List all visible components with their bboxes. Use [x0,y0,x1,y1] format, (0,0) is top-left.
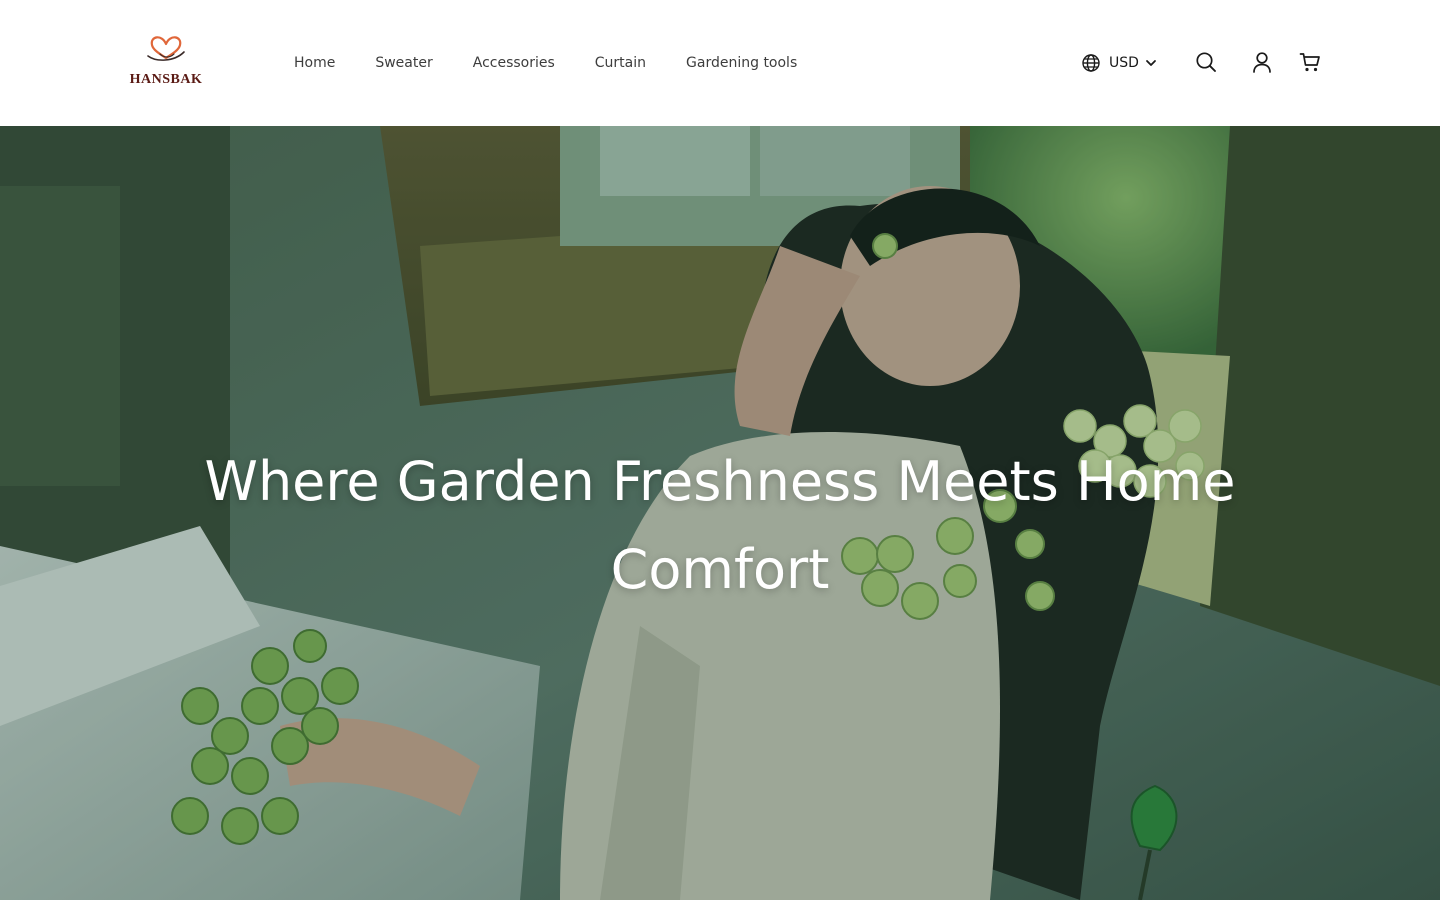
currency-label: USD [1109,55,1139,71]
hero-title: Where Garden Freshness Meets Home Comfor… [204,450,1236,601]
heart-logo-icon [147,36,185,61]
site-header: HANSBAK Home Sweater Accessories Curtain… [0,0,1440,126]
globe-icon [1082,54,1100,72]
chevron-down-icon [1146,60,1156,66]
nav-item-home[interactable]: Home [294,52,335,74]
nav-item-accessories[interactable]: Accessories [473,52,555,74]
nav-item-gardening-tools[interactable]: Gardening tools [686,52,797,74]
main-nav: Home Sweater Accessories Curtain Gardeni… [294,52,837,74]
currency-selector[interactable]: USD [1081,52,1157,74]
hero-banner: Where Garden Freshness Meets Home Comfor… [0,126,1440,900]
cart-icon [1299,53,1320,72]
cart-button[interactable] [1298,50,1322,74]
user-icon [1253,52,1271,73]
account-button[interactable] [1250,50,1274,74]
search-button[interactable] [1194,50,1218,74]
brand-logo[interactable]: HANSBAK [126,32,206,92]
nav-item-curtain[interactable]: Curtain [595,52,646,74]
search-icon [1196,52,1216,72]
nav-item-sweater[interactable]: Sweater [375,52,432,74]
brand-name: HANSBAK [129,72,203,87]
